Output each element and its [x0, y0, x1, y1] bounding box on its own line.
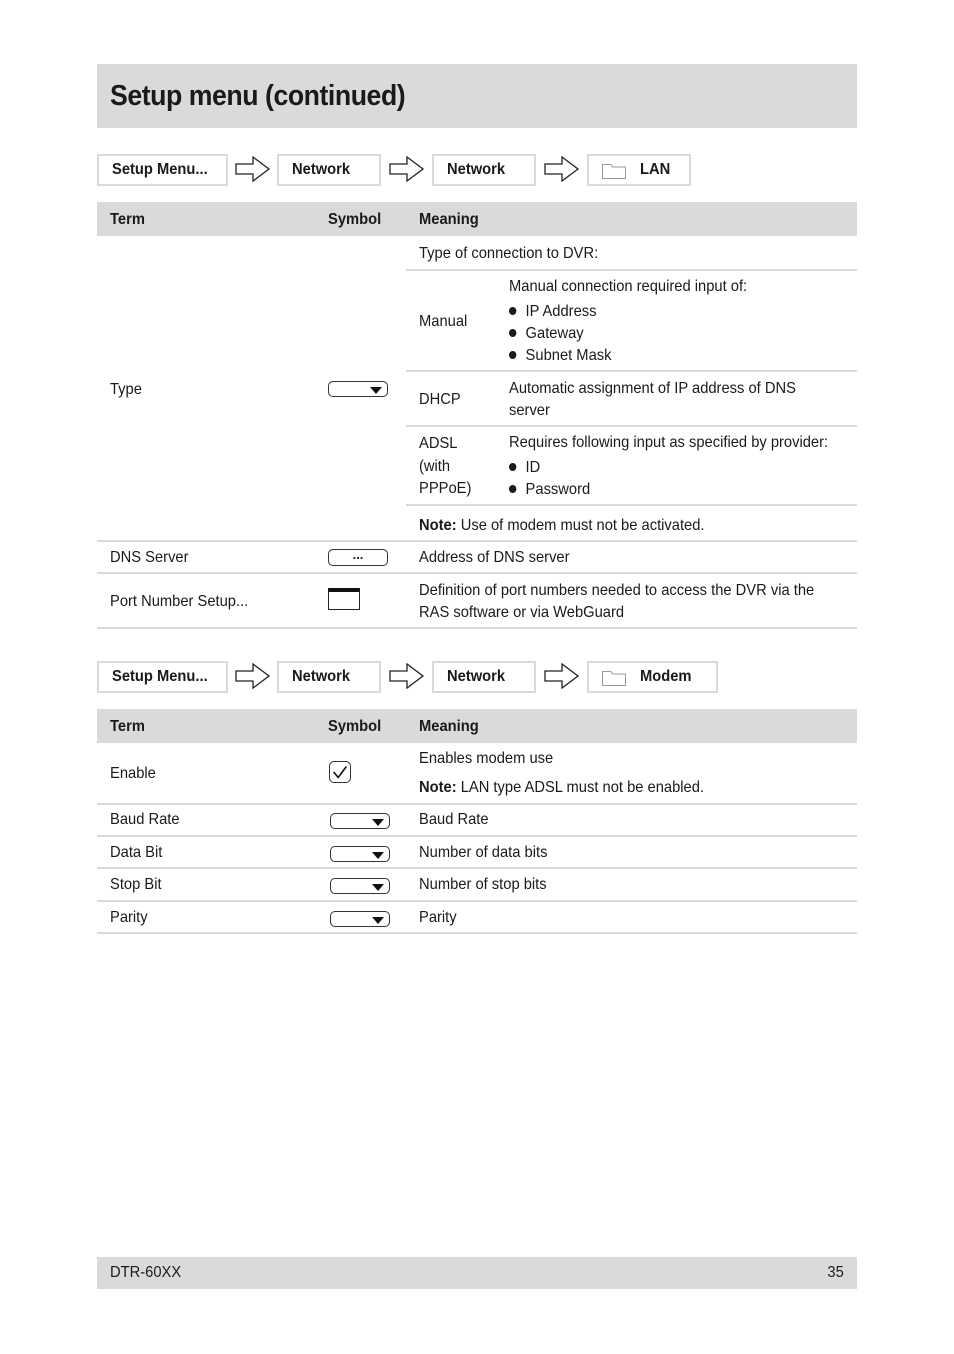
arrow-right-icon	[389, 663, 425, 689]
row-divider	[97, 867, 857, 869]
dropdown-icon	[330, 813, 390, 829]
bullet-item: Password	[509, 481, 590, 499]
meaning-baud-rate: Baud Rate	[419, 811, 489, 828]
row-divider	[97, 803, 857, 805]
header-symbol: Symbol	[328, 718, 382, 735]
dropdown-icon	[330, 878, 390, 894]
breadcrumb-item-modem[interactable]: Modem	[587, 661, 718, 693]
option-name-manual: Manual	[419, 313, 468, 330]
breadcrumb-label: Modem	[640, 668, 692, 685]
breadcrumb-label: Network	[292, 668, 351, 685]
row-divider	[97, 540, 857, 542]
arrow-right-icon	[544, 156, 580, 182]
page-footer: DTR-60XX 35	[97, 1257, 857, 1289]
meaning-data-bit: Number of data bits	[419, 844, 548, 861]
term-baud-rate: Baud Rate	[110, 811, 180, 828]
option-desc-dhcp-2: server	[509, 402, 550, 419]
option-desc-adsl: Requires following input as specified by…	[509, 434, 829, 451]
breadcrumb-label: Network	[292, 161, 351, 178]
page-title: Setup menu (continued)	[110, 80, 406, 112]
dropdown-icon	[328, 381, 388, 397]
row-divider	[97, 627, 857, 629]
divider	[406, 425, 857, 427]
row-divider	[97, 572, 857, 574]
window-icon	[328, 588, 360, 610]
breadcrumb-item-network-2[interactable]: Network	[432, 661, 536, 693]
option-name-adsl-1: ADSL	[419, 435, 458, 452]
header-term: Term	[110, 211, 145, 228]
arrow-right-icon	[235, 663, 271, 689]
row-divider	[97, 835, 857, 837]
breadcrumb-label: Setup Menu...	[112, 161, 208, 178]
row-divider	[97, 900, 857, 902]
row-divider	[97, 932, 857, 934]
bullet-item: IP Address	[509, 303, 596, 321]
breadcrumb-label: LAN	[640, 161, 671, 178]
bullet-item: Subnet Mask	[509, 347, 611, 365]
meaning-port-2: RAS software or via WebGuard	[419, 604, 625, 621]
option-desc-dhcp-1: Automatic assignment of IP address of DN…	[509, 380, 796, 397]
folder-icon	[602, 164, 626, 179]
header-meaning: Meaning	[419, 718, 479, 735]
meaning-dns-server: Address of DNS server	[419, 549, 570, 566]
breadcrumb-item-setup-menu[interactable]: Setup Menu...	[97, 154, 228, 186]
bullet-icon	[509, 306, 517, 315]
divider	[406, 269, 857, 271]
option-name-adsl-3: PPPoE)	[419, 480, 472, 497]
meaning-stop-bit: Number of stop bits	[419, 876, 547, 893]
dropdown-icon	[330, 846, 390, 862]
breadcrumb-item-network-2[interactable]: Network	[432, 154, 536, 186]
term-data-bit: Data Bit	[110, 844, 163, 861]
ellipsis-button-icon: ...	[328, 548, 388, 566]
arrow-right-icon	[235, 156, 271, 182]
meaning-parity: Parity	[419, 909, 457, 926]
term-port-number-setup: Port Number Setup...	[110, 593, 249, 610]
type-intro: Type of connection to DVR:	[419, 245, 599, 262]
table-header: Term Symbol Meaning	[97, 202, 857, 236]
term-dns-server: DNS Server	[110, 549, 189, 566]
folder-icon	[602, 671, 626, 686]
meaning-enable: Enables modem use	[419, 750, 554, 767]
bullet-icon	[509, 462, 517, 471]
checkbox-icon	[329, 761, 351, 783]
enable-note: Note: LAN type ADSL must not be enabled.	[419, 779, 705, 796]
breadcrumb-item-lan[interactable]: LAN	[587, 154, 691, 186]
term-parity: Parity	[110, 909, 148, 926]
footer-model: DTR-60XX	[110, 1264, 182, 1281]
term-stop-bit: Stop Bit	[110, 876, 162, 893]
header-symbol: Symbol	[328, 211, 382, 228]
bullet-icon	[509, 484, 517, 493]
breadcrumb-item-network-1[interactable]: Network	[277, 154, 381, 186]
dropdown-icon	[330, 911, 390, 927]
breadcrumb-label: Network	[447, 161, 506, 178]
breadcrumb-item-network-1[interactable]: Network	[277, 661, 381, 693]
page-title-bar: Setup menu (continued)	[97, 64, 857, 128]
breadcrumb-item-setup-menu[interactable]: Setup Menu...	[97, 661, 228, 693]
bullet-icon	[509, 328, 517, 337]
header-meaning: Meaning	[419, 211, 479, 228]
page-number: 35	[827, 1264, 844, 1281]
option-desc-manual: Manual connection required input of:	[509, 278, 748, 295]
divider	[406, 370, 857, 372]
breadcrumb-label: Network	[447, 668, 506, 685]
header-term: Term	[110, 718, 145, 735]
term-enable: Enable	[110, 765, 156, 782]
type-note: Note: Use of modem must not be activated…	[419, 517, 705, 534]
meaning-port-1: Definition of port numbers needed to acc…	[419, 582, 815, 599]
arrow-right-icon	[544, 663, 580, 689]
arrow-right-icon	[389, 156, 425, 182]
bullet-item: ID	[509, 459, 540, 477]
term-type: Type	[110, 381, 142, 398]
bullet-icon	[509, 350, 517, 359]
option-name-dhcp: DHCP	[419, 391, 461, 408]
option-name-adsl-2: (with	[419, 458, 451, 475]
divider	[406, 504, 857, 506]
table-header: Term Symbol Meaning	[97, 709, 857, 743]
breadcrumb-label: Setup Menu...	[112, 668, 208, 685]
bullet-item: Gateway	[509, 325, 584, 343]
